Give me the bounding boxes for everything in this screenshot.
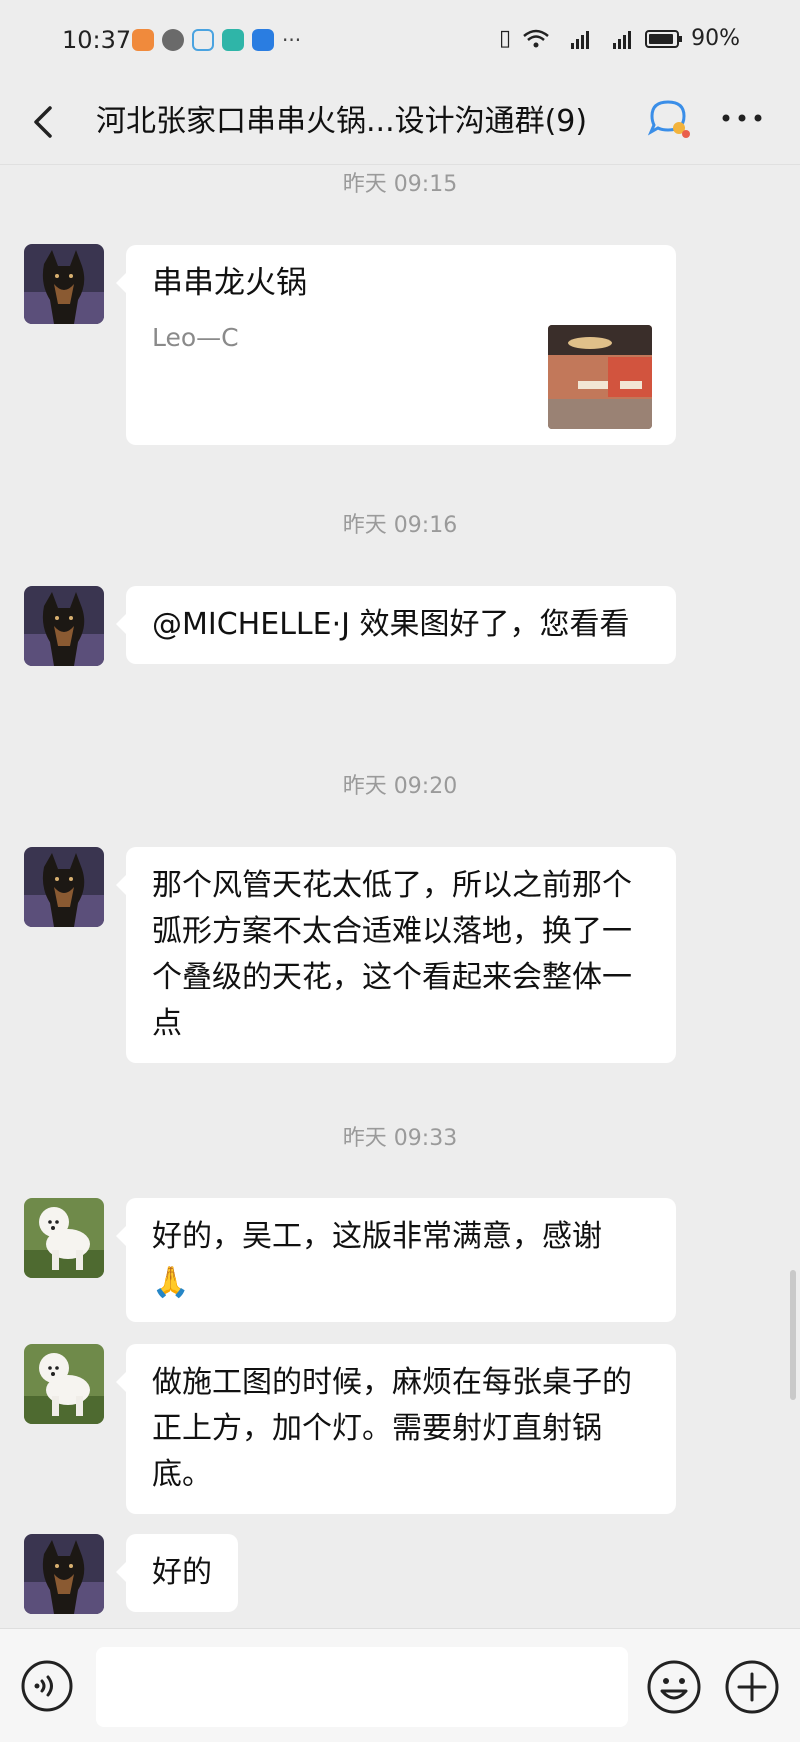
avatar[interactable] [24, 1198, 104, 1278]
dog-avatar-image [24, 244, 104, 324]
message-text: 好的，吴工，这版非常满意，感谢 [152, 1219, 602, 1254]
group-chat-icon[interactable] [646, 96, 692, 142]
status-time: 10:37 [62, 26, 132, 54]
card-thumbnail [548, 325, 652, 429]
message-timestamp: 昨天 09:15 [342, 172, 458, 197]
chat-title: 河北张家口串串火锅...设计沟通群(9) [96, 104, 588, 139]
signal-4g-icon [613, 30, 632, 49]
signal-5g-icon [571, 30, 590, 49]
message-text: 做施工图的时候，麻烦在每张桌子的正上方，加个灯。需要射灯直射锅底。 [152, 1365, 632, 1492]
dog-avatar-image [24, 1534, 104, 1614]
notification-icons: ··· [132, 28, 301, 52]
app-notification-icon [132, 29, 154, 51]
dog-avatar-image [24, 586, 104, 666]
message-input[interactable] [96, 1647, 628, 1727]
wechat-icon [162, 29, 184, 51]
text-message[interactable]: 好的 [116, 1534, 238, 1612]
back-icon[interactable] [24, 98, 64, 146]
message-timestamp: 昨天 09:33 [342, 1126, 458, 1151]
more-notifications-icon: ··· [282, 28, 302, 52]
battery-icon [645, 29, 683, 48]
text-message[interactable]: 那个风管天花太低了，所以之前那个弧形方案不太合适难以落地，换了一个叠级的天花，这… [116, 847, 676, 1063]
link-card-message[interactable]: 串串龙火锅 Leo—C [116, 245, 676, 445]
emoji-icon[interactable] [646, 1659, 702, 1715]
vibrate-icon: ▯ [498, 26, 512, 51]
voice-input-icon[interactable] [20, 1659, 74, 1713]
message-text: 那个风管天花太低了，所以之前那个弧形方案不太合适难以落地，换了一个叠级的天花，这… [152, 868, 632, 1041]
message-text: @MICHELLE·J 效果图好了，您看看 [152, 607, 630, 642]
text-message[interactable]: 做施工图的时候，麻烦在每张桌子的正上方，加个灯。需要射灯直射锅底。 [116, 1344, 676, 1514]
avatar[interactable] [24, 847, 104, 927]
message-timestamp: 昨天 09:16 [342, 513, 458, 538]
avatar[interactable] [24, 1344, 104, 1424]
avatar[interactable] [24, 244, 104, 324]
input-bar [0, 1628, 800, 1742]
status-right: ▯ 90% [499, 26, 740, 51]
message-text: 好的 [152, 1555, 212, 1590]
chat-header: 河北张家口串串火锅...设计沟通群(9) [0, 80, 800, 165]
message-timestamp: 昨天 09:20 [342, 774, 458, 799]
card-title: 串串龙火锅 [152, 265, 307, 301]
pray-emoji: 🙏 [152, 1265, 190, 1300]
battery-percent: 90% [691, 26, 740, 51]
status-bar: 10:37 ··· ▯ 90% [0, 0, 800, 80]
dog-avatar-image [24, 847, 104, 927]
avatar[interactable] [24, 586, 104, 666]
boss-app-icon [222, 29, 244, 51]
text-message[interactable]: @MICHELLE·J 效果图好了，您看看 [116, 586, 676, 664]
text-message[interactable]: 好的，吴工，这版非常满意，感谢 🙏 [116, 1198, 676, 1322]
browser-icon [252, 29, 274, 51]
scrollbar[interactable] [790, 1270, 796, 1400]
poodle-avatar-image [24, 1198, 104, 1278]
avatar[interactable] [24, 1534, 104, 1614]
message-icon [192, 29, 214, 51]
wifi-icon [523, 29, 549, 47]
plus-icon[interactable] [724, 1659, 780, 1715]
more-icon[interactable] [720, 108, 764, 128]
poodle-avatar-image [24, 1344, 104, 1424]
